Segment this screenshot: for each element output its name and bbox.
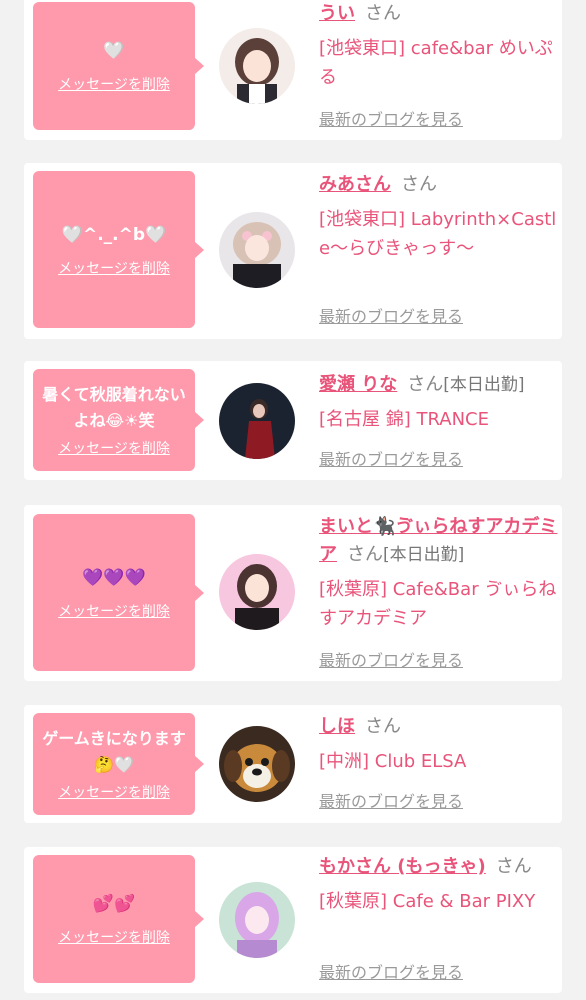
shop-name: [池袋東口] Labyrinth×Castle〜らびきゃっす〜 — [319, 209, 557, 259]
cast-info: しほ さん [中洲] Club ELSA — [319, 713, 559, 776]
latest-blog-link[interactable]: 最新のブログを見る — [319, 788, 463, 812]
cast-info: みあさん さん [池袋東口] Labyrinth×Castle〜らびきゃっす〜 — [319, 171, 559, 263]
cast-name-link[interactable]: 愛瀬 りな — [319, 374, 397, 395]
name-line: まいと🐈‍⬛ゔぃらねすアカデミア さん[本日出勤] — [319, 513, 559, 569]
cast-name-link[interactable]: みあさん — [319, 174, 391, 195]
avatar[interactable] — [219, 212, 295, 288]
name-line: もかさん (もっきゃ) さん — [319, 853, 559, 881]
avatar[interactable] — [219, 554, 295, 630]
name-line: しほ さん — [319, 713, 559, 741]
cast-name-link[interactable]: うい — [319, 3, 355, 24]
honorific: さん — [401, 174, 437, 195]
latest-blog-link[interactable]: 最新のブログを見る — [319, 959, 463, 983]
message-bubble: 🤍^._.^b🤍 メッセージを削除 — [33, 171, 204, 328]
shop-name: [秋葉原] Cafe&Bar ゔぃらねすアカデミア — [319, 579, 557, 629]
name-line: みあさん さん — [319, 171, 559, 199]
message-text: ゲームきになります🤔🤍 — [42, 729, 186, 774]
message-text: 暑くて秋服着れないよね😂☀笑 — [42, 385, 186, 430]
delete-message-link[interactable]: メッセージを削除 — [58, 258, 170, 278]
message-bubble: 🤍 メッセージを削除 — [33, 2, 204, 130]
delete-message-link[interactable]: メッセージを削除 — [58, 74, 170, 94]
avatar[interactable] — [219, 726, 295, 802]
cast-info: もかさん (もっきゃ) さん [秋葉原] Cafe & Bar PIXY — [319, 853, 559, 916]
honorific: さん — [347, 544, 383, 565]
on-duty-badge: [本日出勤] — [383, 545, 465, 565]
shop-name: [秋葉原] Cafe & Bar PIXY — [319, 891, 536, 912]
message-text: 💜💜💜 — [82, 567, 146, 588]
cast-info: まいと🐈‍⬛ゔぃらねすアカデミア さん[本日出勤] [秋葉原] Cafe&Bar … — [319, 513, 559, 633]
honorific: さん — [495, 856, 532, 877]
message-text: 🤍 — [103, 41, 125, 61]
message-card: 💕💕 メッセージを削除 もかさん (もっきゃ) さん [秋葉原] Cafe & B… — [24, 847, 562, 993]
on-duty-badge: [本日出勤] — [443, 375, 525, 395]
delete-message-link[interactable]: メッセージを削除 — [58, 782, 170, 802]
avatar[interactable] — [219, 882, 295, 958]
message-bubble: 💜💜💜 メッセージを削除 — [33, 514, 204, 671]
shop-name: [名古屋 錦] TRANCE — [319, 409, 489, 430]
message-bubble: ゲームきになります🤔🤍 メッセージを削除 — [33, 713, 204, 815]
message-card: 暑くて秋服着れないよね😂☀笑 メッセージを削除 愛瀬 りな さん[本日出勤] [名… — [24, 361, 562, 480]
latest-blog-link[interactable]: 最新のブログを見る — [319, 106, 463, 130]
message-bubble: 💕💕 メッセージを削除 — [33, 855, 204, 983]
delete-message-link[interactable]: メッセージを削除 — [58, 438, 170, 458]
message-text: 💕💕 — [92, 894, 136, 914]
latest-blog-link[interactable]: 最新のブログを見る — [319, 446, 463, 470]
name-line: うい さん — [319, 0, 559, 28]
delete-message-link[interactable]: メッセージを削除 — [58, 601, 170, 621]
cast-name-link[interactable]: もかさん (もっきゃ) — [319, 856, 486, 877]
honorific: さん — [365, 716, 401, 737]
honorific: さん — [407, 374, 444, 395]
message-card: ゲームきになります🤔🤍 メッセージを削除 しほ さん [中洲] Club ELSA… — [24, 705, 562, 823]
latest-blog-link[interactable]: 最新のブログを見る — [319, 303, 463, 327]
message-card: 💜💜💜 メッセージを削除 まいと🐈‍⬛ゔぃらねすアカデミア さん[本日出勤] [秋… — [24, 505, 562, 681]
message-feed: 🤍 メッセージを削除 うい さん [池袋東口] cafe&bar めいぷる 最新の… — [0, 0, 586, 1000]
cast-name-link[interactable]: しほ — [319, 716, 355, 737]
message-card: 🤍^._.^b🤍 メッセージを削除 みあさん さん [池袋東口] Labyrint… — [24, 163, 562, 339]
name-line: 愛瀬 りな さん[本日出勤] — [319, 371, 559, 399]
delete-message-link[interactable]: メッセージを削除 — [58, 927, 170, 947]
latest-blog-link[interactable]: 最新のブログを見る — [319, 647, 463, 671]
avatar[interactable] — [219, 28, 295, 104]
shop-name: [池袋東口] cafe&bar めいぷる — [319, 38, 553, 88]
message-bubble: 暑くて秋服着れないよね😂☀笑 メッセージを削除 — [33, 369, 204, 471]
cast-info: 愛瀬 りな さん[本日出勤] [名古屋 錦] TRANCE — [319, 371, 559, 434]
avatar[interactable] — [219, 383, 295, 459]
honorific: さん — [365, 3, 401, 24]
message-text: 🤍^._.^b🤍 — [61, 224, 167, 245]
shop-name: [中洲] Club ELSA — [319, 751, 467, 772]
cast-info: うい さん [池袋東口] cafe&bar めいぷる — [319, 0, 559, 92]
message-card: 🤍 メッセージを削除 うい さん [池袋東口] cafe&bar めいぷる 最新の… — [24, 0, 562, 140]
